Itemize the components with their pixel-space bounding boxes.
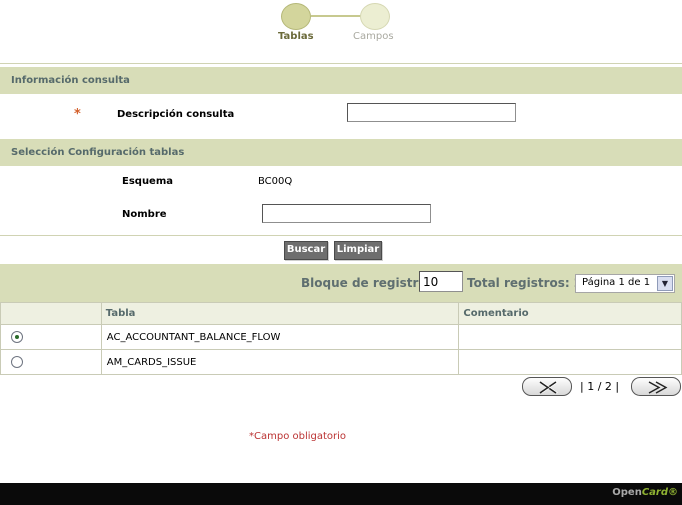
nombre-input[interactable] (262, 204, 431, 223)
footer: OpenCard® (0, 483, 682, 505)
row-radio[interactable] (11, 356, 23, 368)
limpiar-button[interactable]: Limpiar (334, 241, 382, 260)
page-select[interactable]: Página 1 de 1 ▼ (575, 274, 675, 293)
double-chevron-right-icon (648, 381, 668, 394)
divider (0, 63, 682, 64)
required-asterisk: * (74, 107, 81, 122)
bloque-label: Bloque de registros: (301, 276, 439, 290)
wizard-connector (311, 15, 361, 17)
row-select-cell (0, 324, 102, 350)
total-registros: Total registros: 2 (467, 276, 583, 290)
brand-suffix: ® (668, 487, 678, 498)
comentario-cell (458, 349, 682, 375)
divider (0, 235, 682, 236)
nombre-label: Nombre (122, 209, 167, 220)
bloque-input[interactable] (419, 271, 463, 292)
buscar-button[interactable]: Buscar (284, 241, 328, 260)
table-row: AC_ACCOUNTANT_BALANCE_FLOW (0, 324, 682, 350)
esquema-value: BC00Q (258, 176, 293, 187)
row-radio-selected[interactable] (11, 331, 23, 343)
records-bar: Bloque de registros: Total registros: 2 … (0, 264, 682, 302)
esquema-label: Esquema (122, 176, 174, 187)
wizard-steps: Tablas Campos (0, 0, 682, 60)
wizard-step-tablas-icon (281, 3, 311, 30)
close-icon (539, 381, 559, 394)
wizard-step-campos-icon (360, 3, 390, 30)
row-select-cell (0, 349, 102, 375)
wizard-step-campos-label: Campos (353, 31, 394, 42)
tabla-cell: AC_ACCOUNTANT_BALANCE_FLOW (100, 324, 460, 350)
chevron-down-icon[interactable]: ▼ (657, 276, 673, 291)
page-select-value: Página 1 de 1 (582, 277, 651, 288)
tabla-cell: AM_CARDS_ISSUE (100, 349, 460, 375)
brand-accent: Card (641, 487, 668, 498)
table-row: AM_CARDS_ISSUE (0, 349, 682, 375)
brand-logo: OpenCard® (612, 487, 678, 498)
comentario-cell (458, 324, 682, 350)
results-table: Tabla Comentario AC_ACCOUNTANT_BALANCE_F… (0, 302, 682, 375)
column-header-tabla: Tabla (100, 302, 460, 325)
first-page-button[interactable] (522, 377, 572, 396)
column-header-comentario: Comentario (458, 302, 682, 325)
table-header-row: Tabla Comentario (0, 302, 682, 325)
descripcion-input[interactable] (347, 103, 516, 122)
wizard-step-tablas-label: Tablas (278, 31, 314, 42)
next-page-button[interactable] (631, 377, 681, 396)
column-header-select (0, 302, 102, 325)
section-config-header: Selección Configuración tablas (0, 139, 682, 166)
required-note: *Campo obligatorio (249, 431, 347, 442)
pager-indicator: | 1 / 2 | (580, 380, 620, 393)
section-info-header: Información consulta (0, 67, 682, 94)
descripcion-label: Descripción consulta (117, 109, 235, 120)
brand-prefix: Open (612, 487, 642, 498)
